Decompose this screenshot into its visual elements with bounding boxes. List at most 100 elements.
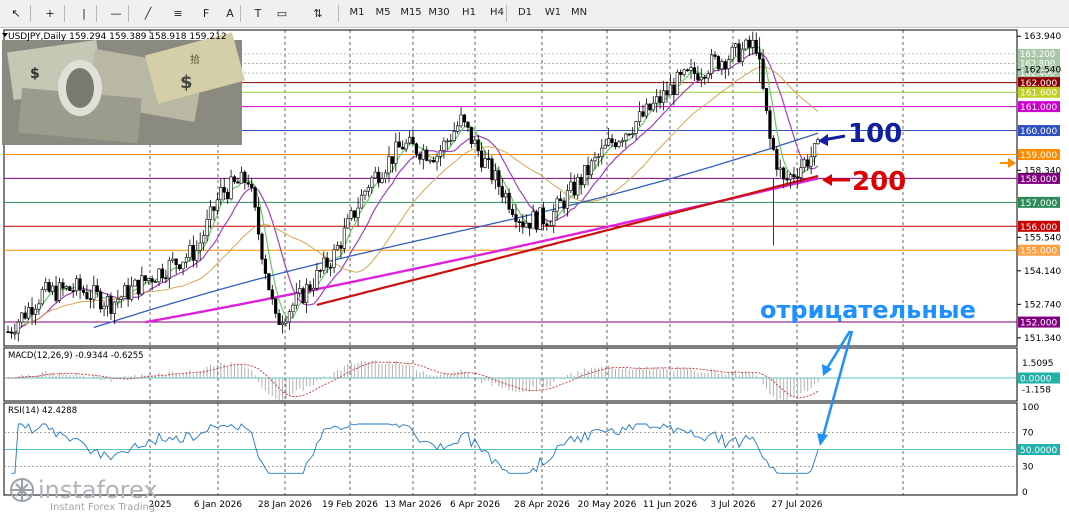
arrows-tool[interactable]: ⇅: [306, 3, 330, 23]
candle-body: [270, 289, 274, 300]
timeframe-w1[interactable]: W1: [540, 4, 566, 22]
horizontal-line-tool[interactable]: —: [104, 3, 128, 23]
crosshair-tool[interactable]: +: [38, 3, 62, 23]
candle-body: [572, 181, 576, 196]
candle-body: [610, 138, 614, 143]
level-value: 159.000: [1020, 151, 1057, 161]
symbol-header: USDJPY,Daily 159.294 159.389 158.918 159…: [8, 32, 227, 42]
candle-body: [188, 245, 192, 258]
text-tool[interactable]: A: [218, 3, 242, 23]
candle-body: [308, 284, 312, 291]
candle-body: [816, 139, 820, 144]
timeframe-d1[interactable]: D1: [512, 4, 538, 22]
rsi-axis-label: 0: [1022, 488, 1028, 498]
candle-body: [246, 182, 250, 185]
candle-body: [603, 144, 607, 149]
candle-body: [442, 140, 446, 151]
rsi-axis-label: 100: [1022, 403, 1039, 413]
candle-body: [668, 84, 673, 96]
x-axis-label: 20 May 2026: [578, 500, 637, 510]
candle-body: [291, 304, 295, 313]
candle-body: [332, 249, 336, 268]
candle-body: [761, 58, 765, 89]
timeframe-mn[interactable]: MN: [566, 4, 592, 22]
rectangle-tool[interactable]: ▭: [270, 3, 294, 23]
candle-body: [226, 191, 230, 200]
candle-body: [284, 321, 288, 324]
candle-body: [806, 159, 810, 167]
candle-body: [692, 67, 697, 75]
cursor-tool[interactable]: ↖: [4, 3, 28, 23]
candle-body: [6, 331, 10, 333]
candle-body: [342, 227, 346, 249]
candle-body: [661, 90, 666, 103]
candle-body: [208, 206, 213, 220]
candle-body: [75, 278, 79, 292]
candle-body: [812, 143, 817, 158]
timeframe-h1[interactable]: H1: [456, 4, 482, 22]
toolbar-separator: [96, 5, 97, 22]
candle-body: [277, 313, 281, 325]
level-value: 160.000: [1020, 127, 1057, 137]
candle-body: [335, 245, 340, 251]
candle-body: [143, 275, 147, 281]
price-chart-svg[interactable]: 163.200162.800162.400162.000161.600161.0…: [0, 28, 1069, 516]
fibonacci-tool[interactable]: F: [194, 3, 218, 23]
timeframe-m1[interactable]: M1: [344, 4, 370, 22]
candle-body: [33, 308, 38, 315]
candle-body: [61, 282, 65, 289]
toolbar: ↖ + | — ╱ ≡ F A T ▭ ⇅ M1 M5 M15 M30 H1 H4 D1 W1 MN: [0, 0, 1069, 28]
macd-header: MACD(12,26,9) -0.9344 -0.6255: [8, 351, 144, 361]
candle-body: [747, 39, 751, 48]
candle-body: [716, 56, 721, 70]
vertical-line-tool[interactable]: |: [72, 3, 96, 23]
candle-body: [195, 249, 199, 261]
candle-body: [596, 156, 600, 159]
candle-body: [51, 285, 55, 292]
candle-body: [229, 176, 233, 200]
candle-body: [569, 181, 573, 191]
trendline-tool[interactable]: ╱: [136, 3, 160, 23]
candle-body: [730, 46, 734, 61]
ma100-annotation: 100: [848, 119, 902, 149]
candle-body: [239, 171, 243, 184]
candle-body: [71, 290, 75, 292]
candle-body: [744, 39, 748, 50]
candle-body: [301, 288, 305, 304]
candle-body: [792, 174, 796, 178]
chart-area[interactable]: 163.200 162.800 162.400 162.000 161.600 161.0…: [0, 28, 1069, 516]
candle-body: [452, 131, 456, 141]
candle-body: [418, 153, 422, 160]
candle-body: [356, 207, 360, 218]
candle-body: [40, 289, 44, 305]
text-label-tool[interactable]: T: [246, 3, 270, 23]
candle-body: [644, 103, 648, 117]
candle-body: [462, 114, 467, 123]
equidistant-channel-tool[interactable]: ≡: [166, 3, 190, 23]
candle-body: [648, 103, 652, 111]
candle-body: [322, 257, 326, 271]
candle-body: [483, 158, 487, 168]
candle-body: [123, 285, 127, 298]
candle-body: [655, 96, 659, 104]
timeframe-m15[interactable]: M15: [398, 4, 424, 22]
candle-body: [425, 149, 429, 161]
x-axis-label: 19 Feb 2026: [322, 500, 378, 510]
candle-body: [366, 187, 370, 192]
candle-body: [181, 261, 185, 270]
candle-body: [428, 159, 432, 162]
candle-body: [222, 187, 226, 193]
candle-body: [562, 200, 566, 209]
candle-body: [267, 273, 271, 291]
candle-body: [215, 199, 219, 211]
candle-body: [486, 158, 491, 160]
candle-body: [699, 76, 703, 81]
timeframe-m30[interactable]: M30: [426, 4, 452, 22]
candle-body: [260, 233, 264, 260]
candle-body: [387, 156, 391, 174]
faint-level-text: 163.200: [1020, 50, 1055, 60]
candle-body: [672, 84, 676, 96]
candle-body: [641, 111, 645, 117]
timeframe-m5[interactable]: M5: [370, 4, 396, 22]
candle-body: [373, 171, 377, 179]
